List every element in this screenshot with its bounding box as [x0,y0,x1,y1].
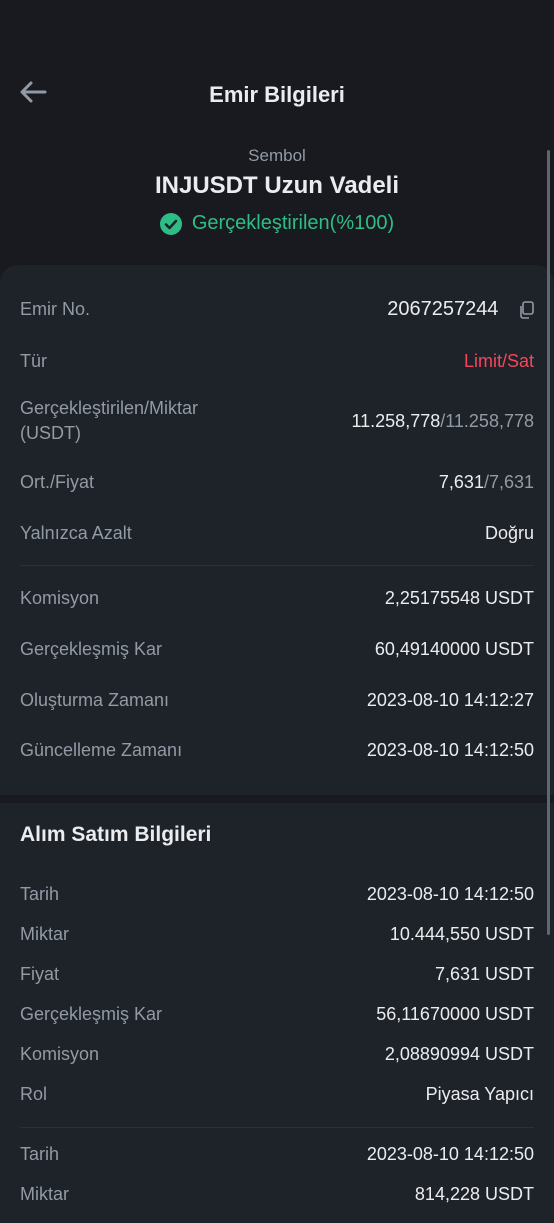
avg-price: 7,631 [438,472,484,492]
trade-info-title: Alım Satım Bilgileri [20,823,212,846]
trade-date-row: Tarih 2023-08-10 14:12:50 [20,882,534,907]
status-text: Gerçekleştirilen(%100) [191,212,395,234]
symbol-name: INJUSDT Uzun Vadeli [154,172,400,199]
trade-qty-row: Miktar 10.444,550 USDT [20,922,534,947]
reduce-only-value: Doğru [484,523,534,543]
trade-pnl-row: Gerçekleşmiş Kar 56,11670000 USDT [20,1002,534,1027]
header: Emir Bilgileri [0,0,554,140]
trade-pnl-label: Gerçekleşmiş Kar [20,1004,163,1024]
reduce-only-row: Yalnızca Azalt Doğru [20,521,534,546]
total-amount: /11.258,778 [440,410,534,431]
type-row: Tür Limit/Sat [20,349,534,374]
trade-pnl-value: 56,11670000 USDT [376,1004,534,1024]
order-no: 2067257244 [387,298,499,320]
type-label: Tür [20,351,47,371]
created-label: Oluşturma Zamanı [20,690,170,710]
updated-value: 2023-08-10 14:12:50 [366,740,534,760]
page-title: Emir Bilgileri [209,82,345,107]
type-value: Limit/Sat [463,351,534,371]
trade-qty-value: 814,228 USDT [414,1184,534,1204]
symbol-block: Sembol INJUSDT Uzun Vadeli Gerçekleştiri… [0,146,554,235]
trade-role-value: Piyasa Yapıcı [425,1084,534,1104]
trade-date-row: Tarih 2023-08-10 14:12:50 [20,1142,534,1167]
symbol-label: Sembol [248,146,306,165]
trade-price-label: Fiyat [20,964,60,984]
fee-label: Komisyon [20,588,100,608]
trade-qty-label: Miktar [20,924,69,944]
trade-date-label: Tarih [20,1144,60,1164]
trade-qty-value: 10.444,550 USDT [389,924,534,944]
updated-label: Güncelleme Zamanı [20,740,183,760]
reduce-only-label: Yalnızca Azalt [20,523,132,543]
filled-label: Gerçekleştirilen/Miktar (USDT) [20,396,198,446]
trade-date-value: 2023-08-10 14:12:50 [366,1144,534,1164]
trade-role-row: Rol Piyasa Yapıcı [20,1082,534,1107]
filled-value: 11.258,778/11.258,778 [351,411,534,432]
scrollbar[interactable] [547,150,550,935]
trade-fee-value: 2,08890994 USDT [384,1044,534,1064]
copy-icon[interactable] [518,300,534,319]
filled-row: Gerçekleştirilen/Miktar (USDT) 11.258,77… [20,396,534,446]
divider [20,565,534,566]
trade-price-value: 7,631 USDT [434,964,534,984]
filled-label-line1: Gerçekleştirilen/Miktar [20,398,199,418]
status-badge: Gerçekleştirilen(%100) [0,212,554,235]
trade-fee-row: Komisyon 2,08890994 USDT [20,1042,534,1067]
created-value: 2023-08-10 14:12:27 [366,690,534,710]
avg-price-row: Ort./Fiyat 7,631/7,631 [20,470,534,495]
trade-date-value: 2023-08-10 14:12:50 [366,884,534,904]
order-no-label: Emir No. [20,299,91,319]
filled-label-line2: (USDT) [20,423,81,443]
trade-price-row: Fiyat 7,631 USDT [20,962,534,987]
trade-qty-label: Miktar [20,1184,69,1204]
trade-date-label: Tarih [20,884,60,904]
trade-fee-label: Komisyon [20,1044,100,1064]
check-circle-icon [159,212,182,235]
fee-row: Komisyon 2,25175548 USDT [20,586,534,611]
order-no-value: 2067257244 [387,298,534,321]
pnl-row: Gerçekleşmiş Kar 60,49140000 USDT [20,637,534,662]
avg-price-value: 7,631/7,631 [439,472,534,493]
fee-value: 2,25175548 USDT [384,588,534,608]
pnl-label: Gerçekleşmiş Kar [20,639,163,659]
trade-qty-row: Miktar 814,228 USDT [20,1182,534,1207]
order-price: /7,631 [483,472,534,492]
order-no-row: Emir No. 2067257244 [20,297,534,322]
avg-price-label: Ort./Fiyat [20,472,95,492]
updated-row: Güncelleme Zamanı 2023-08-10 14:12:50 [20,738,534,763]
created-row: Oluşturma Zamanı 2023-08-10 14:12:27 [20,688,534,713]
divider [20,1127,534,1128]
filled-amount: 11.258,778 [351,410,441,431]
trade-role-label: Rol [20,1084,48,1104]
pnl-value: 60,49140000 USDT [374,639,534,659]
